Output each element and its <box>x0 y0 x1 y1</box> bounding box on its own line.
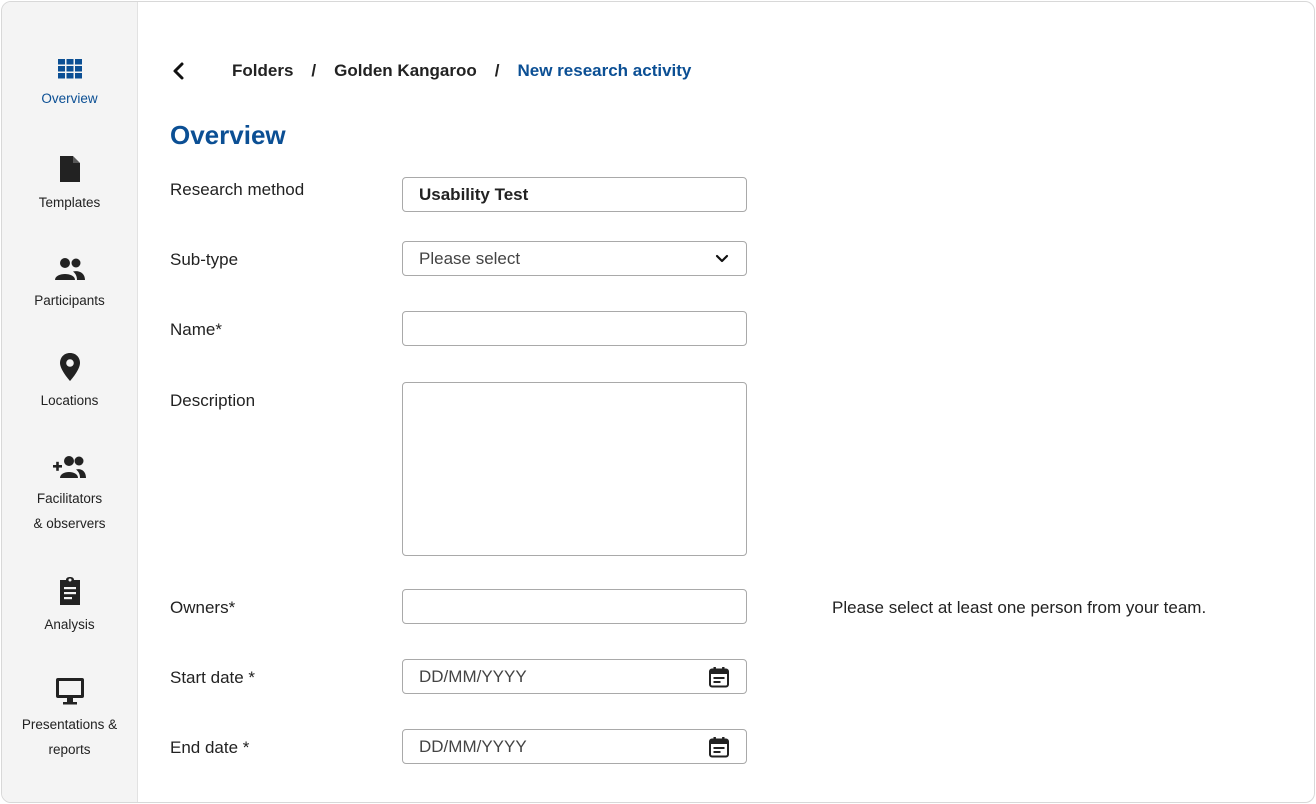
sidebar-item-label: Facilitators <box>36 491 103 506</box>
sidebar: Overview Templates Participants Location… <box>2 2 138 802</box>
end-date-calendar-button[interactable] <box>708 736 730 758</box>
start-date-label: Start date * <box>170 668 256 687</box>
breadcrumb-separator: / <box>494 61 500 80</box>
start-date-placeholder: DD/MM/YYYY <box>419 666 527 686</box>
sidebar-item-label: Analysis <box>44 617 95 632</box>
sidebar-item-overview[interactable]: Overview <box>2 58 137 111</box>
end-date-label: End date * <box>170 738 250 757</box>
monitor-icon <box>55 678 84 705</box>
start-date-field[interactable]: DD/MM/YYYY <box>402 659 747 694</box>
description-label: Description <box>170 391 256 410</box>
start-date-calendar-button[interactable] <box>708 666 730 688</box>
sidebar-item-label: Presentations & <box>21 717 118 732</box>
sidebar-item-templates[interactable]: Templates <box>2 154 137 215</box>
breadcrumb-folders[interactable]: Folders <box>232 61 293 81</box>
name-input[interactable] <box>402 311 747 346</box>
sidebar-item-analysis[interactable]: Analysis <box>2 576 137 637</box>
clipboard-icon <box>59 577 80 605</box>
sidebar-item-presentations[interactable]: Presentations & reports <box>2 676 137 762</box>
owners-label: Owners* <box>170 598 236 617</box>
sub-type-placeholder: Please select <box>419 248 521 268</box>
research-method-field[interactable]: Usability Test <box>402 177 747 212</box>
calendar-icon <box>709 736 729 757</box>
people-icon <box>54 258 85 280</box>
main-content: Folders / Golden Kangaroo / New research… <box>138 2 1314 802</box>
calendar-icon <box>709 666 729 687</box>
end-date-placeholder: DD/MM/YYYY <box>419 736 527 756</box>
end-date-field[interactable]: DD/MM/YYYY <box>402 729 747 764</box>
sidebar-item-locations[interactable]: Locations <box>2 352 137 413</box>
chevron-down-icon <box>715 254 729 262</box>
breadcrumb: Folders / Golden Kangaroo / New research… <box>170 58 691 84</box>
add-people-icon <box>52 456 86 478</box>
sidebar-item-label: Overview <box>41 91 98 106</box>
sidebar-item-participants[interactable]: Participants <box>2 256 137 313</box>
name-label: Name* <box>170 320 222 339</box>
app-window: Overview Templates Participants Location… <box>1 1 1315 803</box>
sidebar-item-facilitators[interactable]: Facilitators & observers <box>2 454 137 536</box>
sidebar-item-label: Templates <box>38 195 101 210</box>
sub-type-label: Sub-type <box>170 250 239 269</box>
sub-type-select[interactable]: Please select <box>402 241 747 276</box>
sidebar-item-label: Locations <box>40 393 99 408</box>
location-pin-icon <box>59 353 80 381</box>
grid-icon <box>57 59 82 79</box>
back-button[interactable] <box>170 58 200 84</box>
research-method-label: Research method <box>170 180 305 199</box>
breadcrumb-separator: / <box>311 61 317 80</box>
research-method-value: Usability Test <box>419 184 529 204</box>
breadcrumb-current-page: New research activity <box>517 61 692 80</box>
sidebar-item-label-line2: & observers <box>33 516 106 531</box>
file-icon <box>59 156 80 182</box>
sidebar-item-label: Participants <box>34 293 105 308</box>
sidebar-item-label-line2: reports <box>48 742 91 757</box>
breadcrumb-golden-kangaroo[interactable]: Golden Kangaroo <box>334 61 477 81</box>
chevron-left-icon <box>173 62 184 80</box>
description-textarea[interactable] <box>402 382 747 556</box>
owners-helper-text: Please select at least one person from y… <box>832 598 1207 617</box>
owners-input[interactable] <box>402 589 747 624</box>
page-title: Overview <box>170 120 286 150</box>
